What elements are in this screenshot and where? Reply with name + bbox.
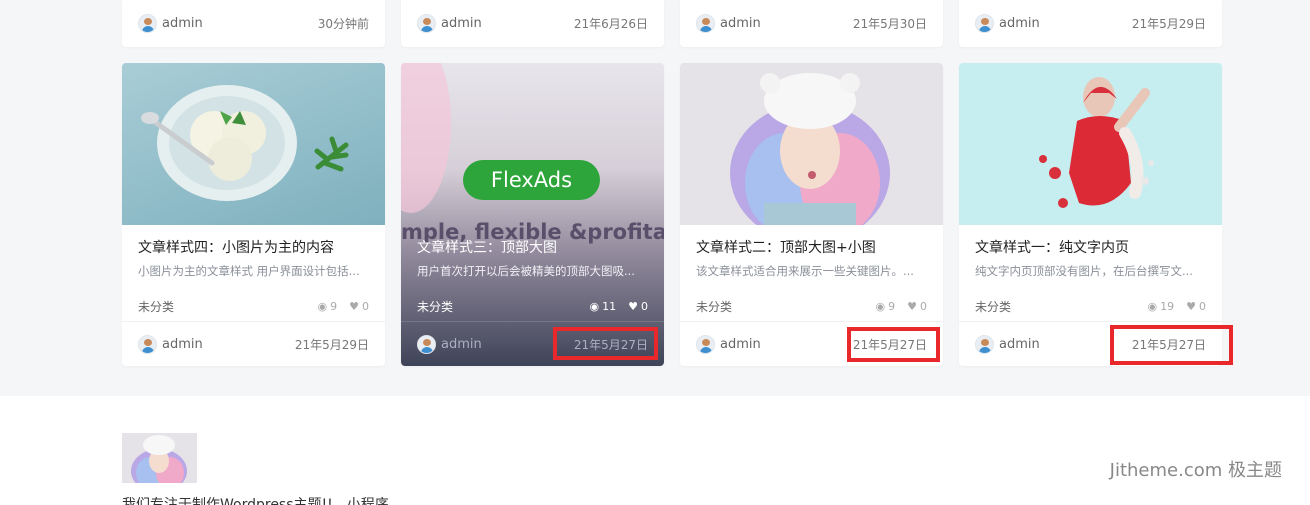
post-date: 21年5月30日 bbox=[852, 17, 927, 31]
top-card-row: admin 30分钟前 admin 21年6月26日 admin 21年5月30… bbox=[122, 0, 1222, 47]
post-thumbnail[interactable] bbox=[959, 63, 1222, 225]
eye-icon: ◉ bbox=[1147, 299, 1158, 313]
post-card[interactable]: FlexAds mple, flexible &profita 文章样式三：顶部… bbox=[401, 63, 664, 366]
footer-description: 我们专注于制作Wordpress主题!!、小程序 bbox=[122, 497, 389, 505]
likes[interactable]: ♥ 0 bbox=[907, 300, 927, 313]
author[interactable]: admin bbox=[696, 334, 761, 354]
date-highlight-box bbox=[1110, 325, 1233, 365]
category-link[interactable]: 未分类 bbox=[417, 298, 453, 315]
post-card[interactable]: 文章样式二：顶部大图+小图 该文章样式适合用来展示一些关键图片。... 未分类 … bbox=[680, 63, 943, 366]
post-thumbnail[interactable] bbox=[680, 63, 943, 225]
heart-icon: ♥ bbox=[628, 299, 638, 313]
author-name: admin bbox=[162, 16, 203, 31]
author-name: admin bbox=[999, 16, 1040, 31]
author[interactable]: admin bbox=[696, 14, 761, 33]
date-highlight-box bbox=[847, 327, 940, 362]
post-title[interactable]: 文章样式一：纯文字内页 bbox=[975, 237, 1206, 259]
footer-logo-image bbox=[122, 433, 197, 483]
post-card[interactable]: 文章样式一：纯文字内页 纯文字内页顶部没有图片，在后台撰写文... 未分类 ◉ 1… bbox=[959, 63, 1222, 366]
avatar bbox=[417, 14, 436, 33]
author-name: admin bbox=[720, 16, 761, 31]
eye-icon: ◉ bbox=[317, 299, 328, 313]
author-name: admin bbox=[441, 16, 482, 31]
author[interactable]: admin bbox=[975, 334, 1040, 354]
post-date: 30分钟前 bbox=[317, 17, 369, 31]
post-excerpt: 该文章样式适合用来展示一些关键图片。... bbox=[696, 264, 914, 278]
likes[interactable]: ♥ 0 bbox=[349, 300, 369, 313]
card-footer: admin 21年5月29日 bbox=[122, 321, 385, 366]
post-title[interactable]: 文章样式四：小图片为主的内容 bbox=[138, 237, 369, 259]
avatar bbox=[975, 334, 994, 354]
avatar bbox=[696, 334, 715, 354]
card-footer: admin 21年6月26日 bbox=[401, 0, 664, 47]
eye-icon: ◉ bbox=[875, 299, 886, 313]
likes-count: 0 bbox=[641, 299, 648, 313]
avatar bbox=[138, 14, 157, 33]
author[interactable]: admin bbox=[417, 14, 482, 33]
views: ◉ 9 bbox=[876, 300, 896, 313]
views-count: 9 bbox=[888, 299, 896, 313]
likes[interactable]: ♥ 0 bbox=[628, 300, 648, 313]
author-name: admin bbox=[162, 336, 203, 352]
watermark: Jitheme.com 极主题 bbox=[1109, 460, 1282, 481]
paint-splash-image bbox=[1039, 77, 1154, 208]
card-footer: admin 21年5月29日 bbox=[959, 0, 1222, 47]
portrait-image bbox=[730, 73, 890, 225]
avatar bbox=[975, 14, 994, 33]
category-link[interactable]: 未分类 bbox=[138, 298, 174, 315]
author[interactable]: admin bbox=[975, 14, 1040, 33]
heart-icon: ♥ bbox=[349, 299, 359, 313]
views: ◉ 11 bbox=[590, 300, 617, 313]
card-footer: admin 21年5月30日 bbox=[680, 0, 943, 47]
avatar bbox=[417, 334, 436, 354]
post-date: 21年5月29日 bbox=[1131, 17, 1206, 31]
author[interactable]: admin bbox=[138, 334, 203, 354]
post-title[interactable]: 文章样式三：顶部大图 bbox=[417, 237, 648, 259]
post-date: 21年5月29日 bbox=[294, 337, 369, 352]
site-footer: 我们专注于制作Wordpress主题!!、小程序 Jitheme.com 极主题 bbox=[0, 396, 1310, 505]
author-name: admin bbox=[441, 336, 482, 352]
heart-icon: ♥ bbox=[1186, 299, 1196, 313]
post-card[interactable]: 文章样式四：小图片为主的内容 小图片为主的文章样式 用户界面设计包括... 未分… bbox=[122, 63, 385, 366]
card-footer: admin 30分钟前 bbox=[122, 0, 385, 47]
post-title[interactable]: 文章样式二：顶部大图+小图 bbox=[696, 237, 927, 259]
category-link[interactable]: 未分类 bbox=[696, 298, 732, 315]
author-name: admin bbox=[720, 336, 761, 352]
avatar bbox=[138, 334, 157, 354]
post-excerpt: 用户首次打开以后会被精美的顶部大图吸... bbox=[417, 264, 635, 278]
likes-count: 0 bbox=[362, 299, 369, 313]
likes-count: 0 bbox=[1199, 299, 1206, 313]
eye-icon: ◉ bbox=[589, 299, 600, 313]
post-excerpt: 小图片为主的文章样式 用户界面设计包括... bbox=[138, 264, 360, 278]
author[interactable]: admin bbox=[417, 334, 482, 354]
post-card-row: 文章样式四：小图片为主的内容 小图片为主的文章样式 用户界面设计包括... 未分… bbox=[122, 63, 1222, 366]
views-count: 11 bbox=[602, 299, 617, 313]
likes-count: 0 bbox=[920, 299, 927, 313]
post-excerpt: 纯文字内页顶部没有图片，在后台撰写文... bbox=[975, 264, 1193, 278]
portrait-thumbnail bbox=[122, 433, 197, 483]
post-date: 21年6月26日 bbox=[573, 17, 648, 31]
category-link[interactable]: 未分类 bbox=[975, 298, 1011, 315]
views-count: 19 bbox=[1160, 299, 1175, 313]
views-count: 9 bbox=[330, 299, 338, 313]
post-thumbnail[interactable] bbox=[122, 63, 385, 225]
date-highlight-box bbox=[553, 327, 658, 360]
views: ◉ 9 bbox=[318, 300, 338, 313]
avatar bbox=[696, 14, 715, 33]
heart-icon: ♥ bbox=[907, 299, 917, 313]
author[interactable]: admin bbox=[138, 14, 203, 33]
author-name: admin bbox=[999, 336, 1040, 352]
likes[interactable]: ♥ 0 bbox=[1186, 300, 1206, 313]
ice-cream-image bbox=[141, 85, 349, 201]
views: ◉ 19 bbox=[1148, 300, 1175, 313]
flexads-logo-text: FlexAds bbox=[490, 168, 573, 192]
